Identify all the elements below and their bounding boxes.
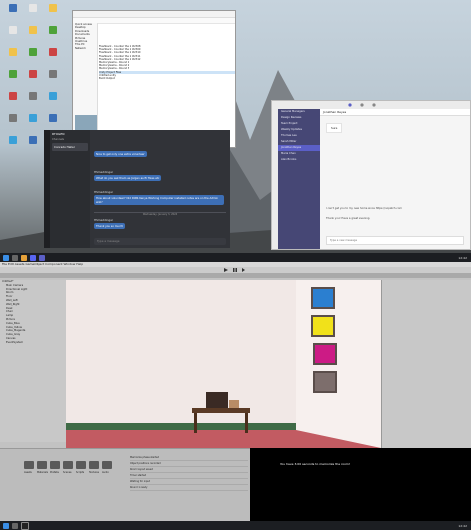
taskbar-bottom: 12:42 xyxy=(0,521,471,530)
message: HSmeddinger What do you ask them as Jorg… xyxy=(94,170,162,181)
unity-tabbar xyxy=(0,273,471,278)
desktop-shortcut-icon[interactable] xyxy=(22,4,44,24)
folder-label: Scenes xyxy=(63,471,72,474)
taskbar-clock[interactable]: 12:42 xyxy=(458,256,467,260)
desktop-shortcut-icon[interactable] xyxy=(42,4,64,24)
channel-list: RTOGEN Channels Conrado Haller xyxy=(50,130,91,248)
chat-window[interactable]: RTOGEN Channels Conrado Haller Nice to g… xyxy=(44,130,230,248)
chat-list-item[interactable]: Alan Brooks xyxy=(278,157,320,163)
server-name[interactable]: RTOGEN xyxy=(50,130,90,138)
hierarchy-panel: Untitled* Main Camera Directional Light Roo… xyxy=(0,280,67,442)
start-icon[interactable] xyxy=(3,254,9,261)
folder-label: Prefabs xyxy=(50,471,59,474)
taskbar-clock[interactable]: 12:42 xyxy=(458,524,467,528)
search-icon[interactable] xyxy=(12,522,18,529)
scene-render xyxy=(66,280,381,448)
chat-app-icon[interactable] xyxy=(30,254,36,261)
sidebar-item[interactable]: Network xyxy=(73,47,97,50)
day-separator: Wednesday, January 3, 2024 xyxy=(94,212,226,216)
message-author: HSmeddinger xyxy=(94,170,114,174)
teams-window[interactable]: General Managers Design Reviews Team Pro… xyxy=(271,100,471,250)
file-explorer-window[interactable]: Quick access Desktop Downloads Documents… xyxy=(72,10,236,148)
header-icons xyxy=(348,103,376,107)
search-icon[interactable] xyxy=(12,254,18,261)
desktop-shortcut-icon[interactable] xyxy=(42,92,64,112)
message-input[interactable]: Type a message xyxy=(94,238,226,245)
desktop-shortcut-icon[interactable] xyxy=(22,48,44,68)
console-list: Memorize phase started Object positions r… xyxy=(130,455,248,491)
explorer-sidebar: Quick access Desktop Downloads Documents… xyxy=(73,23,98,147)
inspector-panel xyxy=(381,280,471,448)
preview-thumbnail xyxy=(75,115,97,131)
desktop-shortcut-icon[interactable] xyxy=(2,114,24,134)
console-line[interactable]: Round 1 ready xyxy=(130,485,248,491)
folder-icon[interactable] xyxy=(50,461,60,469)
message-bubble: Sure xyxy=(326,123,343,133)
explorer-icon[interactable] xyxy=(21,254,27,261)
desktop-shortcut-icon[interactable] xyxy=(2,48,24,68)
desktop-shortcut-icon[interactable] xyxy=(22,136,44,156)
folder-label: Textures xyxy=(89,471,99,474)
message: Nice to get only one extra volunteer xyxy=(94,150,147,157)
unity-editor[interactable]: File Edit Assets GameObject Component Wi… xyxy=(0,262,471,530)
desktop-shortcut-icon[interactable] xyxy=(2,26,24,46)
desktop-shortcut-icon[interactable] xyxy=(42,26,64,46)
folder-label: Audio xyxy=(102,471,109,474)
message-text: I can't get you to my new home since htt… xyxy=(326,207,402,210)
dm-item[interactable]: Conrado Haller xyxy=(52,143,88,151)
game-message: You have 3.00 seconds to memorize the ro… xyxy=(280,462,351,466)
folder-icon[interactable] xyxy=(63,461,73,469)
unity-taskbar-icon[interactable] xyxy=(21,521,29,530)
folder-icon[interactable] xyxy=(102,461,112,469)
desktop-shortcut-icon[interactable] xyxy=(42,70,64,90)
file-list: Flashback - Counter the 1 #2308 Flashbac… xyxy=(99,23,235,147)
chat-main: Nice to get only one extra volunteer HSm… xyxy=(90,130,230,248)
taskbar-top: 12:42 xyxy=(0,253,471,262)
teams-icon[interactable] xyxy=(39,254,45,261)
message-text: How about volunteer? Did DiNS Kenya Work… xyxy=(94,195,224,205)
folder-icon[interactable] xyxy=(89,461,99,469)
message-text: Nice to get only one extra volunteer xyxy=(94,151,147,157)
project-panel: Assets Materials Prefabs Scenes Scripts Textu… xyxy=(0,448,250,530)
message-text: Thank you! Have a great evening. xyxy=(326,217,371,220)
scene-view[interactable] xyxy=(66,280,381,448)
desktop-shortcut-icon[interactable] xyxy=(22,26,44,46)
folder-label: Scripts xyxy=(76,471,85,474)
file-row[interactable]: Build Output xyxy=(99,77,235,80)
message: HSmeddinger How about volunteer? Did DiN… xyxy=(94,190,224,205)
folder-icon[interactable] xyxy=(37,461,47,469)
message-author: HSmeddinger xyxy=(94,190,114,194)
desktop-shortcut-icon[interactable] xyxy=(42,48,64,68)
desktop-shortcut-icon[interactable] xyxy=(22,114,44,134)
message-text: What do you ask them as Jorgen as fir fi… xyxy=(94,175,162,181)
teams-chat-list: General Managers Design Reviews Team Pro… xyxy=(278,109,320,249)
folder-icon[interactable] xyxy=(24,461,34,469)
game-view[interactable]: You have 3.00 seconds to memorize the ro… xyxy=(250,448,471,530)
explorer-titlebar[interactable] xyxy=(73,11,235,18)
message-text: Thank you so much! xyxy=(94,223,126,229)
desktop-shortcut-icon[interactable] xyxy=(2,4,24,24)
folder-label: Materials xyxy=(37,471,48,474)
folder-icon[interactable] xyxy=(76,461,86,469)
compose-box[interactable]: Type a new message xyxy=(326,236,464,245)
start-icon[interactable] xyxy=(3,522,9,529)
desktop-shortcut-icon[interactable] xyxy=(22,70,44,90)
desktop-shortcut-icon[interactable] xyxy=(22,92,44,112)
conversation-header: Jonathan Reyes xyxy=(320,109,470,116)
hierarchy-item[interactable]: EventSystem xyxy=(0,341,66,345)
message: HSmeddinger Thank you so much! xyxy=(94,218,126,229)
teams-conversation: Jonathan Reyes Sure I can't get you to m… xyxy=(320,109,470,249)
channels-heading: Channels xyxy=(52,138,64,141)
desktop-shortcut-icon[interactable] xyxy=(2,70,24,90)
folder-label: Assets xyxy=(24,471,32,474)
message-author: HSmeddinger xyxy=(94,218,114,222)
desktop-shortcut-icon[interactable] xyxy=(2,136,24,156)
desktop-shortcut-icon[interactable] xyxy=(2,92,24,112)
